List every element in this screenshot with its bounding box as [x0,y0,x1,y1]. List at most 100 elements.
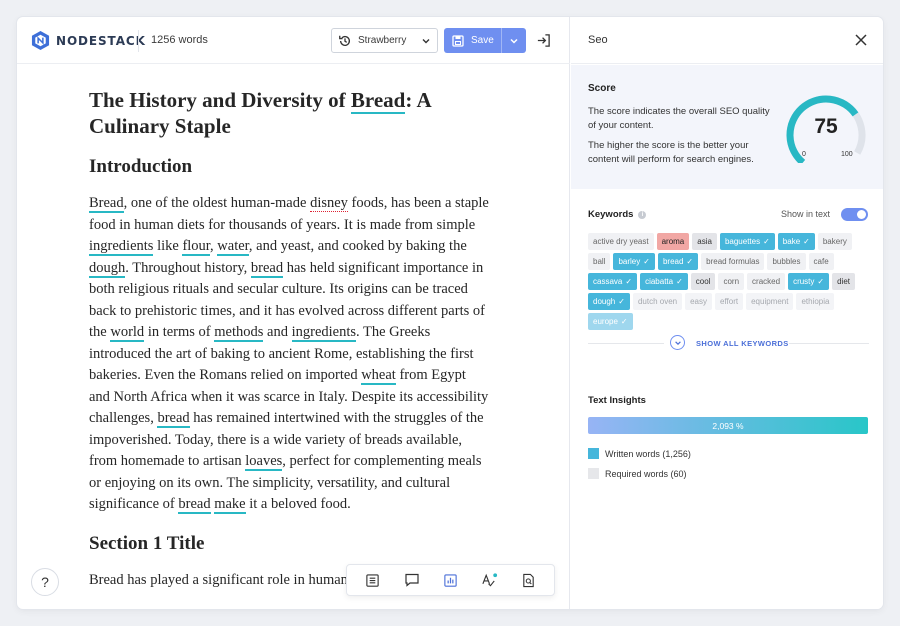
keyword-highlight[interactable]: bread [178,496,211,514]
seo-chart-button[interactable] [438,567,464,593]
keyword-chip[interactable]: cassava ✓ [588,273,638,290]
score-title: Score [588,83,616,94]
chevron-down-icon [674,340,681,345]
show-all-keywords-label[interactable]: SHOW ALL KEYWORDS [696,339,789,348]
keyword-chip-label: ethiopia [801,297,830,306]
show-in-text-toggle[interactable] [841,208,868,221]
keyword-highlight[interactable]: methods [214,324,264,342]
keyword-chip[interactable]: ethiopia [796,293,835,310]
keyword-chip[interactable]: corn [718,273,745,290]
keyword-chip-label: diet [837,277,851,286]
keyword-chip-label: bubbles [772,257,801,266]
score-description-1: The score indicates the overall SEO qual… [588,106,770,131]
document-title[interactable]: The History and Diversity of Bread: A Cu… [89,87,489,139]
nodestack-logo-icon [31,31,50,50]
keyword-highlight[interactable]: make [214,496,246,514]
heading-introduction[interactable]: Introduction [89,155,489,179]
keyword-chip[interactable]: easy [685,293,712,310]
keyword-highlight[interactable]: dough [89,259,126,278]
keyword-chip[interactable]: bubbles [767,253,806,270]
keyword-chip[interactable]: europe ✓ [588,313,633,330]
keyword-highlight[interactable]: wheat [361,367,396,385]
keyword-chip-label: cassava [593,277,623,286]
keyword-chip-label: dutch oven [637,297,678,306]
keyword-highlight[interactable]: world [110,324,145,342]
bottom-toolbar [346,564,555,596]
score-card: Score The score indicates the overall SE… [571,65,883,189]
save-button[interactable]: Save [444,28,502,53]
keyword-chip[interactable]: bread formulas [701,253,765,270]
keyword-chip[interactable]: effort [715,293,744,310]
keyword-chip[interactable]: dutch oven [632,293,683,310]
close-icon[interactable] [853,32,869,48]
keyword-chip[interactable]: bake ✓ [777,233,815,250]
search-document-button[interactable] [516,567,542,593]
heading-section-1[interactable]: Section 1 Title [89,532,489,556]
keyword-chip[interactable]: ball [588,253,611,270]
word-count: 1256 words [151,34,208,46]
legend-swatch-required [588,468,599,479]
keyword-chip[interactable]: crusty ✓ [788,273,830,290]
spellcheck-icon [482,573,498,587]
keyword-chip[interactable]: barley ✓ [613,253,655,270]
keyword-chip[interactable]: ciabatta ✓ [640,273,688,290]
check-icon: ✓ [620,317,628,326]
document-body[interactable]: The History and Diversity of Bread: A Cu… [89,87,489,607]
keyword-highlight[interactable]: bread [157,410,190,428]
keyword-highlight[interactable]: ingredients [291,324,357,342]
keyword-chip[interactable]: bread ✓ [657,253,699,270]
keyword-chip[interactable]: asia [692,233,717,250]
exit-button[interactable] [534,31,552,49]
score-max: 100 [841,151,853,158]
chart-icon [444,573,457,587]
keyword-chip[interactable]: equipment [746,293,794,310]
editor-pane: NODESTACK 1256 words Strawberry Save The… [17,17,570,609]
keyword-chip[interactable]: dough ✓ [588,293,630,310]
check-icon: ✓ [686,257,694,266]
score-description-2: The higher the score is the better your … [588,140,754,165]
keyword-chip[interactable]: cool [690,273,716,290]
keyword-chip[interactable]: cracked [747,273,786,290]
keyword-chip[interactable]: active dry yeast [588,233,654,250]
keyword-chip-label: equipment [751,297,789,306]
spellcheck-button[interactable] [477,567,503,593]
chevron-down-circle-icon[interactable] [670,335,685,350]
keyword-chip-label: ball [593,257,606,266]
version-select[interactable]: Strawberry [331,28,438,53]
keyword-chip[interactable]: diet [832,273,856,290]
text-run: . Throughout history, [125,259,251,276]
brand-logo[interactable]: NODESTACK [31,30,146,51]
outline-button[interactable] [360,567,386,593]
keyword-highlight[interactable]: water [217,238,249,256]
seo-panel-header: Seo [571,17,883,64]
keyword-chip-label: cool [695,277,711,286]
info-icon[interactable]: i [638,210,647,219]
keyword-chip[interactable]: aroma [656,233,690,250]
paragraph-intro[interactable]: Bread, one of the oldest human-made disn… [89,193,489,516]
keyword-highlight: Bread [350,88,406,114]
show-all-keywords[interactable]: SHOW ALL KEYWORDS [571,335,883,351]
keyword-chip-label: effort [720,297,739,306]
word-progress-bar: 2,093 % [588,417,868,434]
keyword-highlight[interactable]: Bread [89,195,124,213]
comment-button[interactable] [399,567,425,593]
chevron-down-icon [510,38,518,44]
keyword-chip-label: bread formulas [706,257,760,266]
score-gauge: 75 0 100 [781,93,871,166]
save-options-dropdown[interactable] [502,36,526,46]
keyword-highlight[interactable]: flour [182,238,211,256]
keyword-highlight[interactable]: ingredients [89,238,154,256]
divider [789,343,869,344]
keyword-chip-label: europe [593,317,618,326]
keyword-chip-label: aroma [661,237,685,246]
help-button[interactable]: ? [31,568,59,596]
text-insights-title: Text Insights [588,395,646,406]
keyword-chip[interactable]: cafe [808,253,834,270]
keyword-highlight[interactable]: bread [250,259,284,278]
spelling-error[interactable]: disney [310,195,348,212]
keyword-chip[interactable]: bakery [817,233,852,250]
exit-icon [537,33,550,47]
save-disk-icon [452,34,464,47]
keyword-highlight[interactable]: loaves [245,453,283,471]
keyword-chip[interactable]: baguettes ✓ [719,233,775,250]
